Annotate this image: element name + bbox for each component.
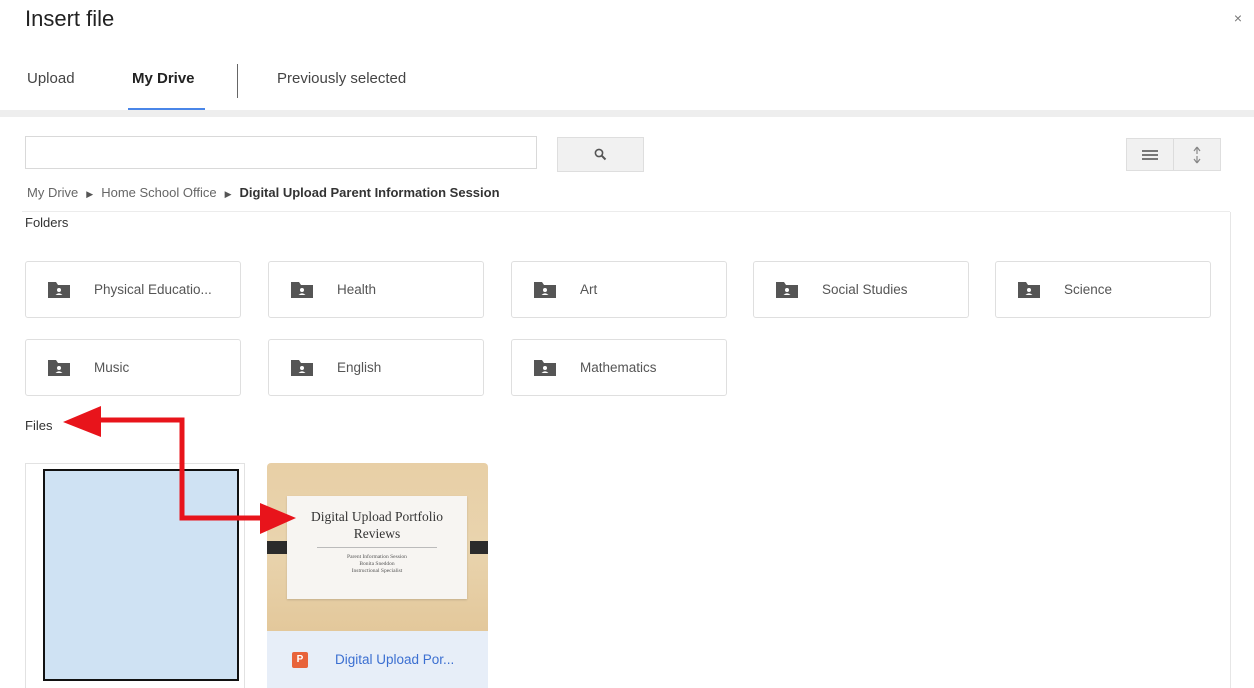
folder-tile[interactable]: Physical Educatio... <box>25 261 241 318</box>
list-view-button[interactable] <box>1127 139 1173 170</box>
folder-tile[interactable]: Science <box>995 261 1211 318</box>
search-icon <box>594 148 607 161</box>
search-input[interactable] <box>25 136 537 169</box>
slide-subtitle: Parent Information Session Bonita Sneddo… <box>287 554 467 575</box>
file-thumbnail <box>43 469 239 681</box>
file-card[interactable] <box>25 463 245 688</box>
close-icon[interactable]: × <box>1234 10 1242 26</box>
folder-name: Physical Educatio... <box>94 282 212 297</box>
tab-upload[interactable]: Upload <box>27 70 75 87</box>
slide-divider <box>317 547 437 548</box>
shared-folder-icon <box>291 359 313 376</box>
slide-title: Digital Upload Portfolio Reviews <box>311 509 443 541</box>
search-button[interactable] <box>557 137 644 172</box>
folder-name: Science <box>1064 282 1113 297</box>
shared-folder-icon <box>534 359 556 376</box>
file-card[interactable]: Digital Upload Portfolio Reviews Parent … <box>267 463 488 688</box>
slide-subtitle-line: Parent Information Session <box>347 554 407 560</box>
content-right-border <box>1230 212 1231 688</box>
folder-name: Mathematics <box>580 360 657 375</box>
folder-name: Social Studies <box>822 282 908 297</box>
file-caption: P Digital Upload Por... <box>267 631 488 688</box>
files-heading: Files <box>25 418 53 433</box>
breadcrumb-separator-icon: ▶ <box>86 189 94 199</box>
folder-name: Art <box>580 282 598 297</box>
tab-separator <box>237 64 238 98</box>
file-thumbnail: Digital Upload Portfolio Reviews Parent … <box>267 463 488 631</box>
tabs-divider <box>0 110 1254 117</box>
slide-subtitle-line: Instructional Specialist <box>351 568 403 574</box>
shared-folder-icon <box>48 359 70 376</box>
breadcrumb: My Drive ▶ Home School Office ▶ Digital Uplo… <box>27 185 500 200</box>
breadcrumb-item[interactable]: Home School Office <box>101 185 216 200</box>
dialog-title: Insert file <box>25 6 115 31</box>
list-view-icon <box>1142 149 1158 160</box>
folder-tile[interactable]: Health <box>268 261 484 318</box>
breadcrumb-item[interactable]: My Drive <box>27 185 78 200</box>
shared-folder-icon <box>534 281 556 298</box>
folder-tile[interactable]: Mathematics <box>511 339 727 396</box>
breadcrumb-current: Digital Upload Parent Information Sessio… <box>239 185 500 200</box>
folder-name: Health <box>337 282 377 297</box>
sort-icon <box>1193 146 1201 163</box>
shared-folder-icon <box>48 281 70 298</box>
presentation-icon: P <box>292 651 308 668</box>
tab-previously-selected[interactable]: Previously selected <box>277 70 406 87</box>
folder-tile[interactable]: Music <box>25 339 241 396</box>
file-name: Digital Upload Por... <box>335 652 455 667</box>
slide-subtitle-line: Bonita Sneddon <box>359 561 395 567</box>
slide-band <box>470 541 488 554</box>
shared-folder-icon <box>776 281 798 298</box>
tab-my-drive[interactable]: My Drive <box>132 70 195 87</box>
folder-tile[interactable]: Art <box>511 261 727 318</box>
shared-folder-icon <box>1018 281 1040 298</box>
folder-tile[interactable]: English <box>268 339 484 396</box>
breadcrumb-separator-icon: ▶ <box>224 189 232 199</box>
content-divider <box>22 211 1230 212</box>
sort-button[interactable] <box>1173 139 1220 170</box>
folder-name: English <box>337 360 382 375</box>
view-toggle <box>1126 138 1221 171</box>
folders-heading: Folders <box>25 215 69 230</box>
folder-name: Music <box>94 360 130 375</box>
slide-preview: Digital Upload Portfolio Reviews Parent … <box>287 496 467 599</box>
folder-tile[interactable]: Social Studies <box>753 261 969 318</box>
shared-folder-icon <box>291 281 313 298</box>
